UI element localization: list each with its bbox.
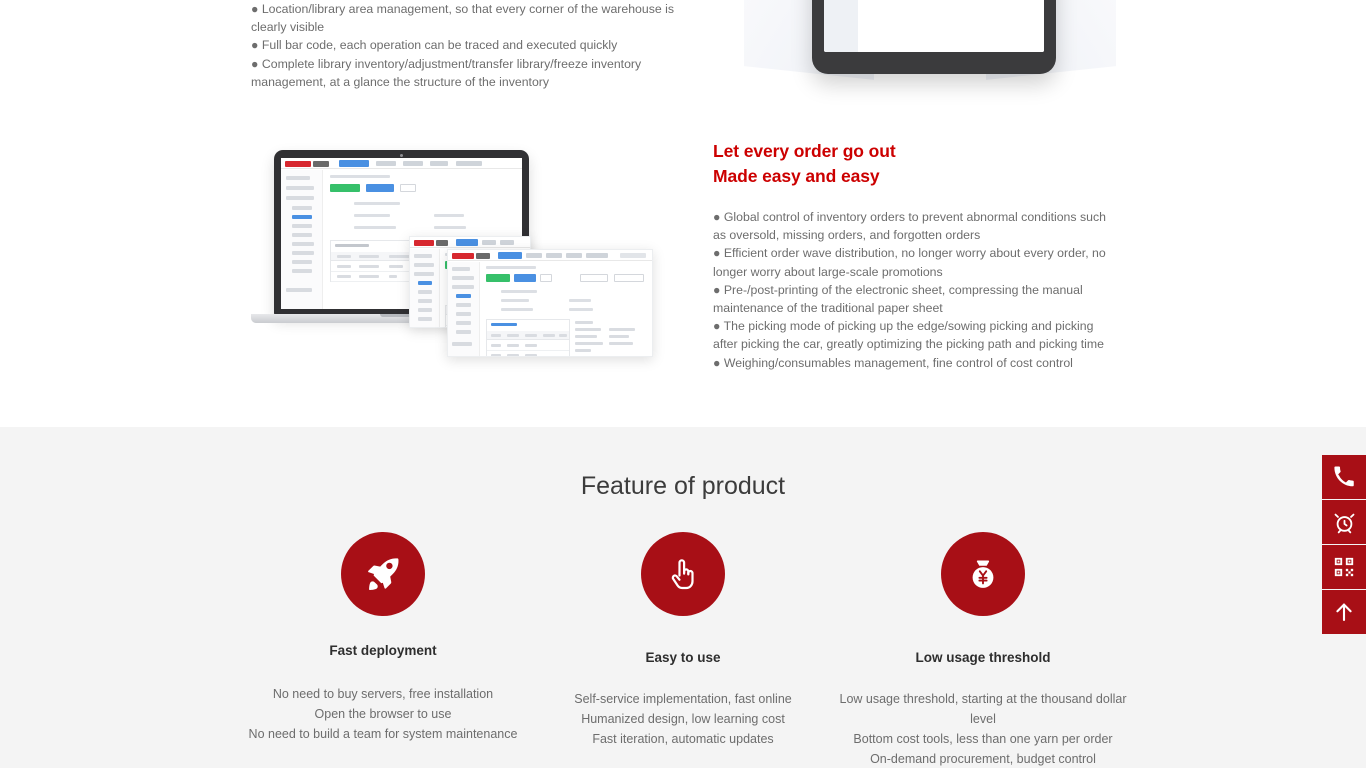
landing-page: ● Location/library area management, so t… (0, 0, 1366, 768)
alarm-clock-icon (1333, 511, 1356, 534)
feature-card-easy-to-use: Easy to use Self-service implementation,… (533, 532, 833, 768)
feature-line: No need to buy servers, free installatio… (272, 687, 494, 701)
tablet-mockup-image (744, 0, 1116, 80)
inventory-bullet-list: ● Location/library area management, so t… (251, 0, 703, 91)
reminder-button[interactable] (1322, 500, 1366, 544)
feature-line: Self-service implementation, fast online (574, 692, 792, 706)
feature-line: Low usage threshold, starting at the tho… (839, 692, 1127, 726)
inventory-bullet: ● Location/library area management, so t… (251, 2, 675, 35)
tablet-device-frame (812, 0, 1056, 74)
feature-line: Open the browser to use (314, 707, 452, 721)
feature-columns: Fast deployment No need to buy servers, … (233, 532, 1133, 768)
rocket-icon (341, 532, 425, 616)
back-to-top-button[interactable] (1322, 590, 1366, 634)
tablet-screen-content (824, 0, 1044, 52)
tablet-screen-sidebar (824, 0, 858, 52)
feature-title: Low usage threshold (915, 650, 1051, 665)
laptop-mockup-image (251, 140, 661, 360)
qr-code-button[interactable] (1322, 545, 1366, 589)
feature-title: Fast deployment (329, 643, 437, 658)
contact-phone-button[interactable] (1322, 455, 1366, 499)
order-heading-line2: Made easy and easy (713, 165, 880, 186)
qr-code-icon (1333, 556, 1355, 578)
order-bullet: ● Pre-/post-printing of the electronic s… (713, 282, 1083, 316)
feature-description: Self-service implementation, fast online… (533, 689, 833, 749)
feature-line: On-demand procurement, budget control (870, 752, 1096, 766)
feature-of-product-section: Feature of product Fast deployment No ne… (0, 427, 1366, 768)
order-bullet: ● The picking mode of picking up the edg… (713, 319, 1104, 352)
feature-card-fast-deployment: Fast deployment No need to buy servers, … (233, 532, 533, 768)
feature-line: Fast iteration, automatic updates (592, 732, 774, 746)
order-heading-line1: Let every order go out (713, 141, 896, 161)
feature-card-low-usage-threshold: Low usage threshold Low usage threshold,… (833, 532, 1133, 768)
inventory-bullet: ● Full bar code, each operation can be t… (251, 38, 618, 53)
feature-title: Easy to use (645, 650, 721, 665)
feature-description: No need to buy servers, free installatio… (233, 684, 533, 744)
arrow-up-icon (1332, 600, 1356, 624)
inventory-and-order-section: ● Location/library area management, so t… (0, 0, 1366, 427)
tablet-screen-main (858, 0, 1044, 52)
order-bullet-list: ● Global control of inventory orders to … (713, 208, 1117, 372)
phone-icon (1333, 466, 1355, 488)
feature-line: Bottom cost tools, less than one yarn pe… (853, 732, 1113, 746)
feature-section-title: Feature of product (580, 472, 786, 500)
floating-panel-large (447, 249, 653, 357)
order-block-copy: Let every order go out Made easy and eas… (713, 139, 1117, 372)
inventory-bullet: ● Complete library inventory/adjustment/… (251, 56, 642, 89)
feature-line: No need to build a team for system maint… (248, 727, 518, 741)
order-bullet: ● Global control of inventory orders to … (713, 210, 1106, 243)
laptop-camera-dot (399, 153, 404, 157)
money-bag-icon (941, 532, 1025, 616)
floating-action-rail (1322, 455, 1366, 634)
pointing-hand-icon (641, 532, 725, 616)
feature-description: Low usage threshold, starting at the tho… (833, 689, 1133, 768)
order-bullet: ● Weighing/consumables management, fine … (713, 355, 1073, 370)
order-bullet: ● Efficient order wave distribution, no … (713, 246, 1106, 279)
feature-line: Humanized design, low learning cost (581, 712, 785, 726)
order-block-heading: Let every order go out Made easy and eas… (713, 139, 1117, 188)
